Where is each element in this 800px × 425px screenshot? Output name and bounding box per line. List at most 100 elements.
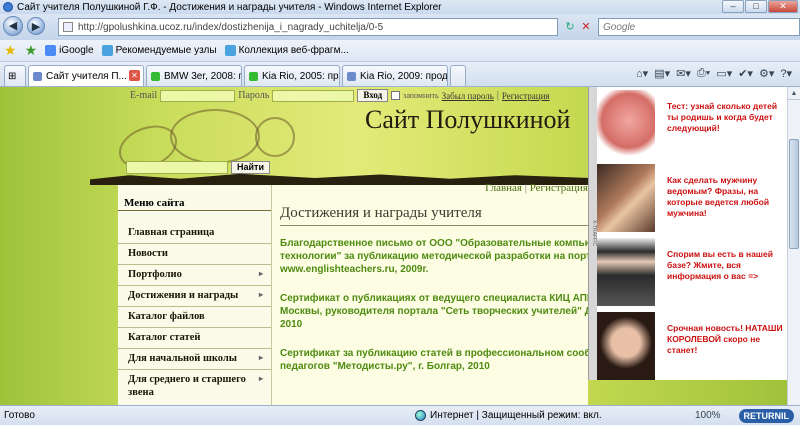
favorite-igoogle[interactable]: iGoogle	[45, 45, 94, 56]
menu-item-files[interactable]: Каталог файлов	[118, 307, 271, 328]
menu-item-portfolio[interactable]: Портфолио ▸	[118, 265, 271, 286]
forgot-password-link[interactable]: Забыл пароль	[442, 91, 494, 101]
page-menu-icon[interactable]: ▭▾	[716, 67, 732, 80]
status-bar: Готово Интернет | Защищенный режим: вкл.…	[0, 405, 800, 425]
achievement-line: Сертификат о публикациях от ведущего спе…	[280, 293, 602, 304]
woman-phone-image	[597, 238, 655, 306]
command-bar: ⌂▾ ▤▾ ✉▾ ⎙▾ ▭▾ ✔▾ ⚙▾ ?▾	[636, 67, 792, 80]
add-favorite-icon[interactable]: ★	[25, 42, 38, 59]
tab-4[interactable]: Kia Rio, 2009: прод...	[342, 65, 448, 86]
submenu-arrow-icon: ▸	[258, 374, 263, 383]
help-icon[interactable]: ?▾	[780, 67, 792, 80]
favorites-star-icon[interactable]: ★	[4, 42, 17, 59]
site-favicon-icon	[249, 71, 258, 81]
achievement-line: Сертификат за публикацию статей в профес…	[280, 348, 600, 359]
mail-icon[interactable]: ✉▾	[676, 67, 691, 80]
menu-item-articles[interactable]: Каталог статей	[118, 328, 271, 349]
email-field[interactable]	[160, 89, 236, 102]
remember-label: запомнить	[403, 91, 439, 100]
submenu-arrow-icon: ▸	[258, 353, 263, 362]
page-icon	[63, 22, 73, 32]
globe-icon	[415, 410, 426, 421]
favorites-bar: ★ ★ iGoogle Рекомендуемые узлы Коллекция…	[0, 40, 800, 62]
ad-panel: X-TRAFFIC Тест: узнай сколько детей ты р…	[588, 87, 787, 380]
achievement-line: 2010	[280, 319, 303, 330]
login-button[interactable]: Вход	[357, 89, 389, 102]
site-favicon-icon	[347, 71, 356, 81]
menu-title: Меню сайта	[118, 185, 271, 211]
close-tab-icon[interactable]: ✕	[129, 70, 140, 81]
register-link[interactable]: Регистрация	[502, 91, 550, 101]
tools-gear-icon[interactable]: ⚙▾	[759, 67, 774, 80]
site-favicon-icon	[151, 71, 160, 81]
safety-icon[interactable]: ✔▾	[738, 67, 753, 80]
stop-icon[interactable]: ✕	[576, 18, 596, 36]
ad-item[interactable]: Как сделать мужчину ведомым? Фразы, на к…	[597, 163, 788, 233]
vertical-scrollbar[interactable]: ▲	[787, 87, 800, 405]
tab-3[interactable]: Kia Rio, 2005: прод...	[244, 65, 340, 86]
celebrity-image	[597, 312, 655, 380]
site-title: Сайт Полушкиной	[365, 105, 571, 134]
address-url: http://gpolushkina.ucoz.ru/index/dostizh…	[78, 21, 384, 33]
quick-tabs-button[interactable]: ⊞	[4, 65, 26, 86]
back-button[interactable]: ◀	[3, 16, 23, 36]
site-search-input[interactable]	[126, 161, 228, 174]
scroll-up-icon[interactable]: ▲	[788, 87, 800, 100]
ie-icon	[224, 45, 236, 56]
tab-1[interactable]: Сайт учителя П... ✕	[28, 65, 144, 86]
close-window-button[interactable]: ✕	[768, 0, 798, 13]
achievement-line: www.englishteachers.ru, 2009г.	[280, 264, 429, 275]
title-divider	[280, 225, 610, 226]
zoom-level[interactable]: 100%	[695, 410, 725, 421]
tab-2[interactable]: BMW 3er, 2008: пр...	[146, 65, 242, 86]
ie-icon	[101, 45, 113, 56]
address-bar[interactable]: http://gpolushkina.ucoz.ru/index/dostizh…	[58, 18, 558, 36]
google-icon	[45, 45, 57, 56]
security-zone[interactable]: Интернет | Защищенный режим: вкл.	[415, 410, 695, 421]
window-title: Сайт учителя Полушкиной Г.Ф. - Достижени…	[17, 1, 442, 13]
site-search: Найти	[126, 161, 270, 174]
home-icon[interactable]: ⌂▾	[636, 67, 648, 80]
submenu-arrow-icon: ▸	[258, 290, 263, 299]
favorite-recommended-sites[interactable]: Рекомендуемые узлы	[101, 45, 217, 56]
ad-item[interactable]: Тест: узнай сколько детей ты родишь и ко…	[597, 89, 788, 159]
achievement-line: педагогов "Методисты.ру", г. Болгар, 201…	[280, 361, 490, 372]
print-icon[interactable]: ⎙▾	[697, 67, 710, 80]
returnil-badge[interactable]: RETURNIL	[738, 409, 794, 423]
couple-image	[597, 164, 655, 232]
menu-item-middle-school[interactable]: Для среднего и старшего звена ▸	[118, 370, 271, 403]
ad-text[interactable]: Как сделать мужчину ведомым? Фразы, на к…	[655, 163, 788, 233]
ad-item[interactable]: Спорим вы есть в нашей базе? Жмите, вся …	[597, 237, 788, 307]
menu-item-primary-school[interactable]: Для начальной школы ▸	[118, 349, 271, 370]
scroll-thumb[interactable]	[789, 139, 799, 249]
decor-swirl	[255, 117, 295, 157]
site-search-button[interactable]: Найти	[231, 161, 270, 174]
page-title: Достижения и награды учителя	[280, 205, 482, 221]
search-input[interactable]: Google	[598, 18, 800, 36]
ad-item[interactable]: Срочная новость! НАТАШИ КОРОЛЕВОЙ скоро …	[597, 311, 788, 381]
site-menu: Меню сайта Главная страница Новости Порт…	[118, 185, 272, 405]
breadcrumb-home-link[interactable]: Главная	[485, 182, 522, 194]
breadcrumb-register-link[interactable]: Регистрация	[530, 182, 588, 194]
ie-logo-icon	[3, 2, 13, 12]
password-field[interactable]	[272, 89, 355, 102]
menu-item-home[interactable]: Главная страница	[118, 223, 271, 244]
ad-text[interactable]: Срочная новость! НАТАШИ КОРОЛЕВОЙ скоро …	[655, 311, 788, 381]
favorite-web-slice-gallery[interactable]: Коллекция веб-фрагм...	[224, 45, 349, 56]
remember-checkbox[interactable]	[391, 91, 401, 100]
new-tab-button[interactable]	[450, 65, 466, 86]
forward-button[interactable]: ▶	[27, 17, 45, 35]
menu-item-news[interactable]: Новости	[118, 244, 271, 265]
search-placeholder: Google	[603, 21, 636, 33]
minimize-button[interactable]: –	[722, 0, 744, 13]
menu-item-achievements[interactable]: Достижения и награды ▸	[118, 286, 271, 307]
maximize-button[interactable]: □	[745, 0, 767, 13]
email-label: E-mail	[130, 90, 158, 101]
ad-text[interactable]: Тест: узнай сколько детей ты родишь и ко…	[655, 89, 788, 159]
rss-icon[interactable]: ▤▾	[654, 67, 670, 80]
decor-swirl	[170, 109, 260, 164]
ad-text[interactable]: Спорим вы есть в нашей базе? Жмите, вся …	[655, 237, 788, 307]
pregnancy-image	[597, 90, 655, 158]
main-content: Главная | Регистрация Достижения и награ…	[272, 182, 610, 405]
window-controls: – □ ✕	[722, 0, 798, 13]
